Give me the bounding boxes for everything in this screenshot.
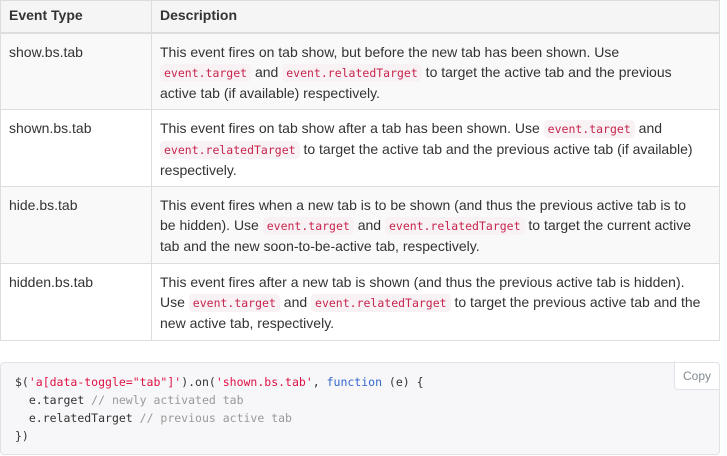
code-token: , (312, 375, 327, 389)
event-name: hidden.bs.tab (0, 263, 152, 341)
code-token: e.target (28, 393, 85, 407)
inline-code: event.target (160, 63, 252, 82)
event-name: hide.bs.tab (0, 186, 152, 264)
code-snippet: $('a[data-toggle="tab"]').on('shown.bs.t… (15, 373, 424, 445)
code-token: e.relatedTarget (28, 411, 133, 425)
description-text: and (353, 217, 385, 233)
inline-code: event.target (543, 120, 635, 138)
description-text: and (634, 120, 663, 136)
table-row: hidden.bs.tab This event fires after a n… (0, 263, 720, 341)
table-row: show.bs.tab This event fires on tab show… (0, 32, 720, 110)
code-token: }) (15, 429, 29, 443)
code-comment: // previous active tab (132, 411, 292, 425)
header-event-type: Event Type (0, 0, 152, 34)
description-text: and (251, 63, 283, 80)
inline-code: event.target (262, 217, 354, 235)
inline-code: event.relatedTarget (384, 217, 525, 235)
code-token: $( (15, 375, 29, 389)
event-description: This event fires on tab show, but before… (151, 32, 720, 110)
table-header-row: Event Type Description (0, 0, 720, 34)
code-token: ).on( (181, 375, 216, 389)
events-table: Event Type Description show.bs.tab This … (0, 0, 720, 341)
inline-code: event.relatedTarget (160, 141, 300, 159)
event-description: This event fires when a new tab is to be… (151, 186, 720, 264)
code-token: (e) { (382, 375, 424, 389)
description-text: This event fires on tab show after a tab… (160, 120, 544, 136)
event-name: show.bs.tab (0, 32, 152, 110)
inline-code: event.relatedTarget (311, 294, 451, 312)
code-keyword: function (326, 375, 382, 389)
inline-code: event.relatedTarget (282, 63, 422, 82)
event-name: shown.bs.tab (0, 109, 152, 187)
description-text: and (279, 294, 312, 310)
table-row: shown.bs.tab This event fires on tab sho… (0, 109, 720, 187)
inline-code: event.target (188, 294, 280, 312)
description-text: This event fires on tab show, but before… (160, 43, 620, 60)
code-string: 'a[data-toggle="tab"]' (28, 375, 182, 389)
code-example-block: Copy $('a[data-toggle="tab"]').on('shown… (0, 362, 720, 455)
table-row: hide.bs.tab This event fires when a new … (0, 186, 720, 264)
header-description: Description (151, 0, 720, 34)
event-description: This event fires after a new tab is show… (151, 263, 720, 341)
code-comment: // newly activated tab (84, 393, 244, 407)
copy-button[interactable]: Copy (673, 363, 719, 390)
code-string: 'shown.bs.tab' (215, 375, 313, 389)
event-description: This event fires on tab show after a tab… (151, 109, 720, 187)
